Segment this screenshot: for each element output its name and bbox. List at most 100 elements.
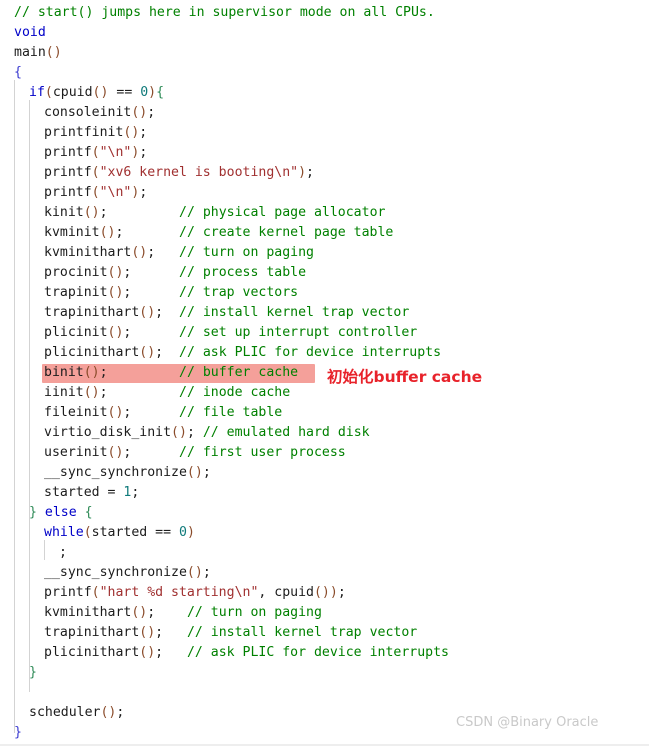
token-paren: () [45,45,62,60]
token-paren: () [131,105,148,120]
token-paren: () [313,585,330,600]
token-punct: ; [147,105,156,120]
token-comment: // set up interrupt controller [179,325,418,340]
token-comment: // emulated hard disk [202,425,370,440]
annotation-label: 初始化buffer cache [327,368,483,386]
token-paren: () [107,325,124,340]
token-punct: ; [139,125,148,140]
token-paren: ( [91,145,100,160]
code-line: // start() jumps here in supervisor mode… [0,3,649,23]
token-paren: ( [91,185,100,200]
token-num: 0 [140,85,149,100]
token-paren: () [186,565,203,580]
token-paren: () [107,405,124,420]
token-punct: ; [147,605,156,620]
token-comment: // turn on paging [179,245,314,260]
token-fn: userinit [44,445,108,460]
token-paren: () [107,285,124,300]
token-punct: ; [202,565,211,580]
token-comment: // turn on paging [186,605,322,620]
token-fn: printf [44,185,92,200]
token-comment: // install kernel trap vector [186,625,418,640]
token-paren: () [83,365,100,380]
token-paren: () [131,605,148,620]
token-comment: // inode cache [179,385,291,400]
token-comment: // file table [179,405,283,420]
code-line: kvminithart(); // turn on paging [0,603,649,623]
token-keyword: if [29,85,45,100]
token-paren: ( [83,525,92,540]
code-line: __sync_synchronize(); [0,563,649,583]
code-line: printf("\n"); [0,143,649,163]
token-num: 0 [179,525,187,540]
token-paren: ( [91,585,100,600]
code-line: printf("xv6 kernel is booting\n"); [0,163,649,183]
code-line: trapinithart(); // install kernel trap v… [0,303,649,323]
token-comment: // create kernel page table [179,225,394,240]
token-fn: kinit [44,205,84,220]
token-paren: () [131,245,148,260]
code-line: kvminit(); // create kernel page table [0,223,649,243]
code-line: trapinithart(); // install kernel trap v… [0,623,649,643]
token-fn: plicinit [44,325,108,340]
token-punct: ; [131,485,140,500]
token-paren: () [186,465,203,480]
code-line: } else { [0,503,649,523]
token-punct: ; [155,305,164,320]
token-paren: ) [329,585,338,600]
token-paren: ( [91,165,100,180]
token-punct: ; [147,245,156,260]
code-line: iinit(); // inode cache [0,383,649,403]
token-comment: // ask PLIC for device interrupts [186,645,449,660]
code-line: trapinit(); // trap vectors [0,283,649,303]
code-line: kinit(); // physical page allocator [0,203,649,223]
token-paren: () [139,645,156,660]
token-punct: ; [186,425,195,440]
token-topbrace: } [14,725,22,740]
token-punct: ; [155,345,164,360]
token-punct: ; [139,185,148,200]
token-comment: // ask PLIC for device interrupts [179,345,442,360]
token-punct: ; [99,385,108,400]
token-paren: ( [44,85,53,100]
token-comment: // install kernel trap vector [179,305,410,320]
token-keyword: void [14,25,46,40]
token-fn: kvminit [44,225,100,240]
token-fn: printf [44,585,92,600]
token-string: "hart %d starting\n" [99,585,259,600]
token-fn: printf [44,165,92,180]
token-comment: // first user process [179,445,346,460]
token-comment: // start() jumps here in supervisor mode… [14,5,435,20]
token-string: "\n" [99,145,132,160]
token-brace: { [84,505,93,520]
token-punct: ; [139,145,148,160]
token-paren: () [83,385,100,400]
code-line: kvminithart(); // turn on paging [0,243,649,263]
code-line: plicinithart(); // ask PLIC for device i… [0,643,649,663]
token-paren: () [107,445,124,460]
token-punct: ; [155,625,164,640]
token-string: "\n" [99,185,132,200]
token-comment: // physical page allocator [179,205,386,220]
token-fn: plicinithart [44,345,140,360]
token-brace: } [29,505,37,520]
token-paren: () [171,425,187,440]
token-paren: () [100,705,117,720]
code-line: printf("hart %d starting\n", cpuid()); [0,583,649,603]
token-brace: { [156,85,165,100]
token-fn: iinit [44,385,84,400]
token-comment: // trap vectors [179,285,299,300]
token-punct: , [258,585,275,600]
token-fn: trapinit [44,285,108,300]
code-block: // start() jumps here in supervisor mode… [0,3,649,743]
token-fn: main [14,45,46,60]
